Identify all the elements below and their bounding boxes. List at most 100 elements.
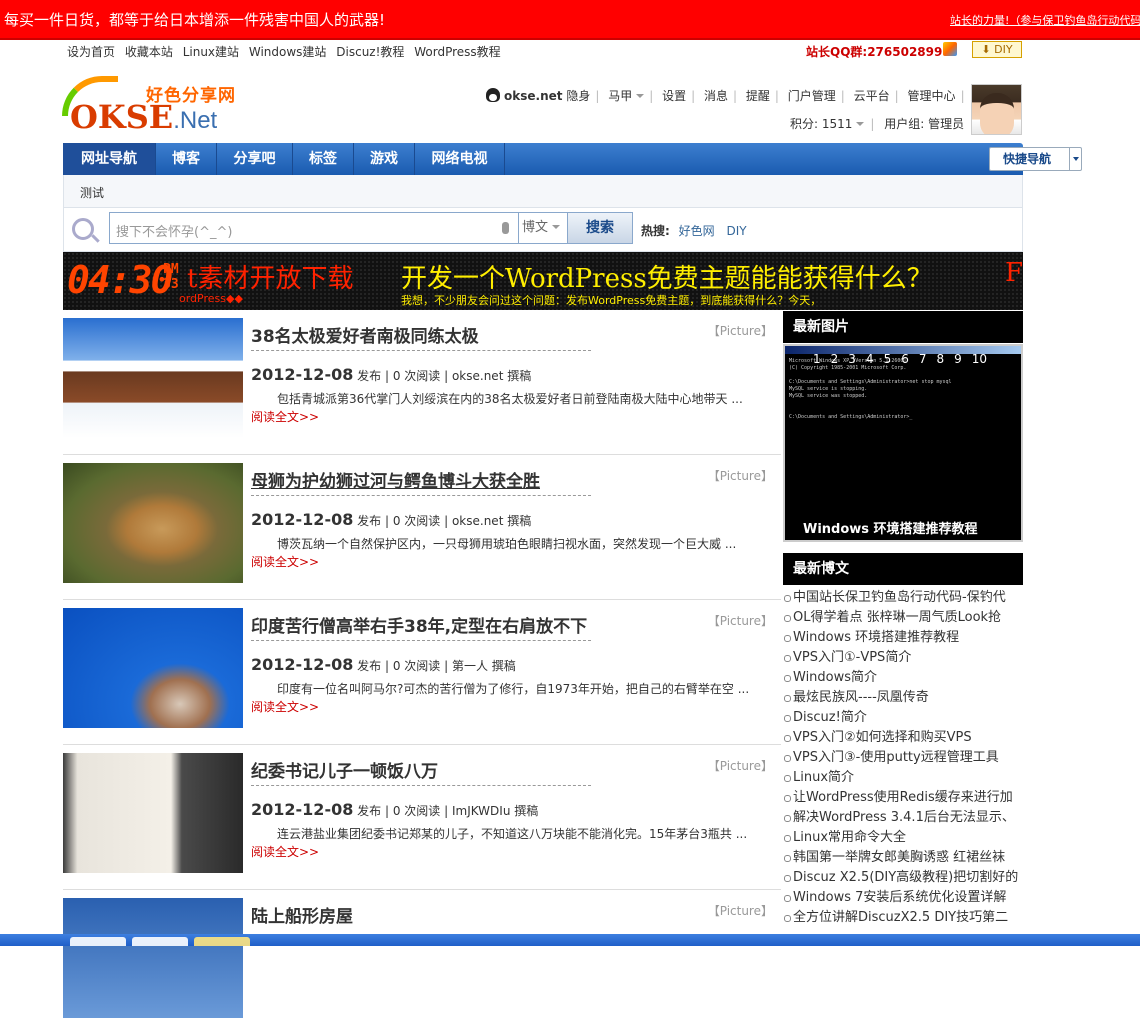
read-more-link[interactable]: 阅读全文>> xyxy=(251,843,319,860)
post-thumbnail[interactable] xyxy=(63,753,243,873)
post-title-link[interactable]: 38名太极爱好者南极同练太极 xyxy=(251,322,479,347)
post-title-link[interactable]: 母狮为护幼狮过河与鳄鱼博斗大获全胜 xyxy=(251,467,540,492)
post-title-link[interactable]: 印度苦行僧高举右手38年,定型在右肩放不下 xyxy=(251,612,587,637)
latest-post-link[interactable]: VPS入门①-VPS简介 xyxy=(783,648,1023,668)
latest-post-link[interactable]: Linux简介 xyxy=(783,768,1023,788)
post-item: 纪委书记儿子一顿饭八万 【Picture】 2012-12-08 发布 | 0 … xyxy=(63,745,781,890)
slider-page-2[interactable]: 2 xyxy=(831,352,839,366)
latest-post-link[interactable]: Windows 7安装后系统优化设置详解 xyxy=(783,888,1023,908)
user-link-messages[interactable]: 消息 xyxy=(704,89,728,103)
site-logo[interactable]: 好色分享网 OKSE.Net xyxy=(62,76,242,136)
post-meta: 2012-12-08 发布 | 0 次阅读 | okse.net 撰稿 xyxy=(251,510,531,529)
latest-post-link[interactable]: 最炫民族风----凤凰传奇 xyxy=(783,688,1023,708)
post-thumbnail[interactable] xyxy=(63,463,243,583)
post-tag[interactable]: 【Picture】 xyxy=(708,612,773,629)
user-link-reminders[interactable]: 提醒 xyxy=(746,89,770,103)
qq-username-link[interactable]: okse.net xyxy=(504,89,562,103)
search-input[interactable]: 搜下不会怀孕(^_^) xyxy=(109,212,519,244)
toplink-wordpress[interactable]: WordPress教程 xyxy=(414,45,500,59)
post-title-link[interactable]: 纪委书记儿子一顿饭八万 xyxy=(251,757,438,782)
subnav-item-test[interactable]: 测试 xyxy=(80,184,104,201)
latest-post-link[interactable]: 韩国第一举牌女郎美胸诱惑 红裙丝袜 xyxy=(783,848,1023,868)
slider-page-5[interactable]: 5 xyxy=(884,352,892,366)
post-thumbnail[interactable] xyxy=(63,608,243,728)
qq-group-link[interactable]: 站长QQ群:276502899 xyxy=(806,43,942,60)
diy-button[interactable]: ⬇ DIY xyxy=(972,41,1022,58)
post-tag[interactable]: 【Picture】 xyxy=(708,757,773,774)
slider-page-1[interactable]: 1 xyxy=(813,352,821,366)
latest-post-link[interactable]: Windows 环境搭建推荐教程 xyxy=(783,628,1023,648)
slider-page-6[interactable]: 6 xyxy=(901,352,909,366)
quick-nav-button[interactable]: 快捷导航 xyxy=(989,147,1082,171)
latest-post-link[interactable]: OL得学着点 张梓琳一周气质Look抢 xyxy=(783,608,1023,628)
nav-tab-tags[interactable]: 标签 xyxy=(293,143,354,175)
username-menu[interactable]: 马甲 xyxy=(608,89,645,103)
latest-post-link[interactable]: 全方位讲解DiscuzX2.5 DIY技巧第二 xyxy=(783,908,1023,928)
post-meta-text: 发布 | 0 次阅读 | okse.net 撰稿 xyxy=(357,514,532,528)
slider-page-8[interactable]: 8 xyxy=(936,352,944,366)
latest-post-link[interactable]: Discuz!简介 xyxy=(783,708,1023,728)
latest-image-slider[interactable]: Microsoft Windows XP [Version 5.1.2600] … xyxy=(783,344,1023,542)
search-bar: 搜下不会怀孕(^_^) 博文 搜索 热搜: 好色网 DIY xyxy=(63,208,1023,252)
slider-page-10[interactable]: 10 xyxy=(972,352,987,366)
post-meta: 2012-12-08 发布 | 0 次阅读 | 第一人 撰稿 xyxy=(251,655,516,674)
latest-post-link[interactable]: VPS入门②如何选择和购买VPS xyxy=(783,728,1023,748)
hot-link-haose[interactable]: 好色网 xyxy=(679,224,715,238)
hot-link-diy[interactable]: DIY xyxy=(726,224,746,238)
post-thumbnail[interactable] xyxy=(63,318,243,438)
search-button[interactable]: 搜索 xyxy=(567,212,633,244)
latest-post-link[interactable]: 解决WordPress 3.4.1后台无法显示、 xyxy=(783,808,1023,828)
latest-post-link[interactable]: 中国站长保卫钓鱼岛行动代码-保钓代 xyxy=(783,588,1023,608)
toplink-discuz[interactable]: Discuz!教程 xyxy=(336,45,404,59)
user-link-admin-center[interactable]: 管理中心 xyxy=(908,89,956,103)
post-divider xyxy=(251,350,591,351)
read-more-link[interactable]: 阅读全文>> xyxy=(251,408,319,425)
post-tag[interactable]: 【Picture】 xyxy=(708,467,773,484)
post-item: 38名太极爱好者南极同练太极 【Picture】 2012-12-08 发布 |… xyxy=(63,310,781,455)
taskbar-button[interactable] xyxy=(70,937,126,946)
taskbar-button[interactable] xyxy=(132,937,188,946)
post-tag[interactable]: 【Picture】 xyxy=(708,322,773,339)
user-link-portal-admin[interactable]: 门户管理 xyxy=(788,89,836,103)
latest-post-link[interactable]: Discuz X2.5(DIY高级教程)把切割好的 xyxy=(783,868,1023,888)
chevron-down-icon xyxy=(636,94,645,98)
nav-tab-blog[interactable]: 博客 xyxy=(156,143,217,175)
taskbar-button-active[interactable] xyxy=(194,937,250,946)
toplink-windows[interactable]: Windows建站 xyxy=(249,45,327,59)
search-type-select[interactable]: 博文 xyxy=(518,212,567,244)
qq-group-icon[interactable] xyxy=(943,42,957,56)
nav-tab-share[interactable]: 分享吧 xyxy=(217,143,293,175)
read-more-link[interactable]: 阅读全文>> xyxy=(251,698,319,715)
latest-post-link[interactable]: VPS入门③-使用putty远程管理工具 xyxy=(783,748,1023,768)
post-tag[interactable]: 【Picture】 xyxy=(708,902,773,919)
user-link-settings[interactable]: 设置 xyxy=(662,89,686,103)
slider-page-9[interactable]: 9 xyxy=(954,352,962,366)
post-title-link[interactable]: 陆上船形房屋 xyxy=(251,902,353,927)
banner-marquee-link[interactable]: 站长的力量!（参与保卫钓鱼岛行动代码 xyxy=(950,12,1140,28)
slider-page-7[interactable]: 7 xyxy=(919,352,927,366)
nav-tab-games[interactable]: 游戏 xyxy=(354,143,415,175)
user-link-cloud[interactable]: 云平台 xyxy=(854,89,890,103)
points-label: 积分: 1511 xyxy=(790,117,853,131)
toplink-linux[interactable]: Linux建站 xyxy=(183,45,239,59)
led-ticker[interactable]: 04:30 PM 33 t素材开放下载 开发一个WordPress免费主题能能获得… xyxy=(63,252,1023,310)
points-menu[interactable]: 积分: 1511 xyxy=(790,117,865,131)
microphone-icon[interactable] xyxy=(502,222,509,234)
toplink-bookmark[interactable]: 收藏本站 xyxy=(125,45,173,59)
user-group-link[interactable]: 用户组: 管理员 xyxy=(884,117,964,131)
slider-page-3[interactable]: 3 xyxy=(848,352,856,366)
hide-status-link[interactable]: 隐身 xyxy=(566,89,590,103)
read-more-link[interactable]: 阅读全文>> xyxy=(251,553,319,570)
post-thumbnail[interactable] xyxy=(63,898,243,1018)
search-icon xyxy=(72,218,94,240)
toplink-set-home[interactable]: 设为首页 xyxy=(67,45,115,59)
nav-tab-tv[interactable]: 网络电视 xyxy=(415,143,505,175)
slider-caption-link[interactable]: Windows 环境搭建推荐教程 xyxy=(803,518,978,537)
latest-post-link[interactable]: Windows简介 xyxy=(783,668,1023,688)
slider-page-4[interactable]: 4 xyxy=(866,352,874,366)
post-meta: 2012-12-08 发布 | 0 次阅读 | okse.net 撰稿 xyxy=(251,365,531,384)
latest-post-link[interactable]: 让WordPress使用Redis缓存来进行加 xyxy=(783,788,1023,808)
nav-tab-directory[interactable]: 网址导航 xyxy=(63,143,156,175)
latest-post-link[interactable]: Linux常用命令大全 xyxy=(783,828,1023,848)
avatar[interactable] xyxy=(971,84,1022,135)
